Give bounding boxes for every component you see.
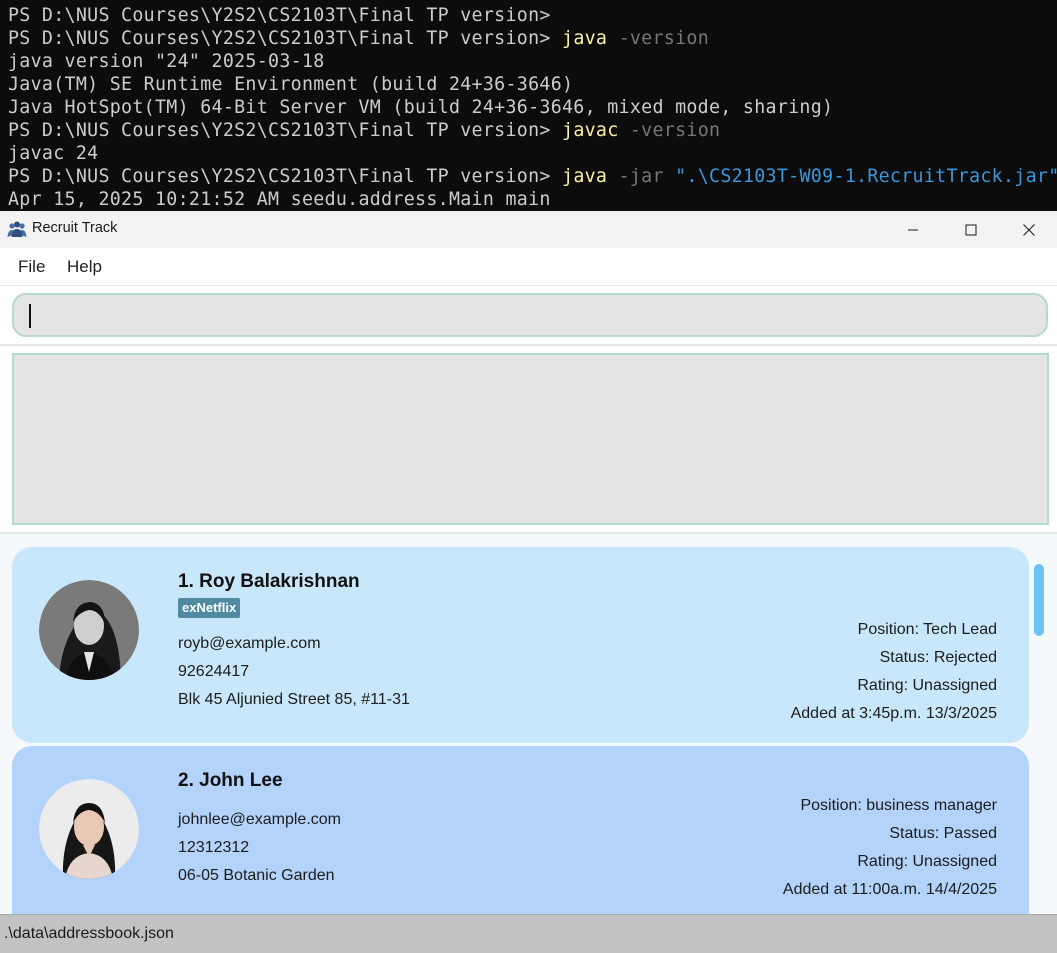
candidate-phone: 92624417 [178,663,250,680]
terminal-line: javac 24 [8,143,99,164]
title-bar[interactable]: Recruit Track [0,211,1057,248]
terminal-line: PS D:\NUS Courses\Y2S2\CS2103T\Final TP … [8,166,1057,187]
terminal-line: PS D:\NUS Courses\Y2S2\CS2103T\Final TP … [8,28,710,49]
people-group-icon [7,221,27,237]
result-area [0,346,1057,534]
terminal-line: Apr 15, 2025 10:21:52 AM seedu.address.M… [8,189,551,210]
avatar [39,580,139,680]
candidate-status: Status: Passed [889,825,997,842]
candidate-position: Position: business manager [800,797,997,814]
command-input[interactable] [12,293,1048,337]
terminal-output: PS D:\NUS Courses\Y2S2\CS2103T\Final TP … [0,0,1057,211]
scrollbar[interactable] [1032,542,1046,910]
terminal-line: PS D:\NUS Courses\Y2S2\CS2103T\Final TP … [8,5,551,26]
terminal-line: PS D:\NUS Courses\Y2S2\CS2103T\Final TP … [8,120,721,141]
terminal-line: Java HotSpot(TM) 64-Bit Server VM (build… [8,97,834,118]
candidate-tag: exNetflix [178,598,241,618]
maximize-icon [965,224,977,235]
candidate-position: Position: Tech Lead [857,621,997,638]
terminal-line: Java(TM) SE Runtime Environment (build 2… [8,74,574,95]
candidate-list[interactable]: 1. Roy Balakrishnan exNetflix royb@examp… [0,534,1057,914]
minimize-button[interactable] [884,211,942,248]
menu-help[interactable]: Help [67,257,102,277]
candidate-name: 1. Roy Balakrishnan [178,571,360,592]
candidate-card[interactable]: 2. John Lee johnlee@example.com 12312312… [12,746,1029,914]
candidate-card[interactable]: 1. Roy Balakrishnan exNetflix royb@examp… [12,547,1029,743]
close-button[interactable] [1000,211,1057,248]
scrollbar-thumb[interactable] [1034,564,1044,636]
menu-file[interactable]: File [18,257,45,277]
candidate-added-at: Added at 3:45p.m. 13/3/2025 [790,705,997,722]
candidate-phone: 12312312 [178,839,250,856]
maximize-button[interactable] [942,211,1000,248]
window-title: Recruit Track [32,220,118,236]
candidate-status: Status: Rejected [879,649,997,666]
avatar [39,779,139,879]
data-file-path: .\data\addressbook.json [4,925,174,942]
minimize-icon [908,229,918,230]
candidate-rating: Rating: Unassigned [857,677,997,694]
candidate-address: Blk 45 Aljunied Street 85, #11-31 [178,691,410,708]
candidate-address: 06-05 Botanic Garden [178,867,335,884]
candidate-rating: Rating: Unassigned [857,853,997,870]
close-icon [1023,223,1035,236]
app-window: Recruit Track File Help 1. Roy Balakrish… [0,211,1057,953]
candidate-email: royb@example.com [178,635,321,652]
terminal-line: java version "24" 2025-03-18 [8,51,325,72]
command-area [0,286,1057,346]
candidate-name: 2. John Lee [178,770,283,791]
result-display[interactable] [12,353,1049,525]
candidate-email: johnlee@example.com [178,811,341,828]
menu-bar: File Help [0,248,1057,286]
status-bar: .\data\addressbook.json [0,914,1057,953]
candidate-added-at: Added at 11:00a.m. 14/4/2025 [782,881,997,898]
text-caret [29,304,31,328]
